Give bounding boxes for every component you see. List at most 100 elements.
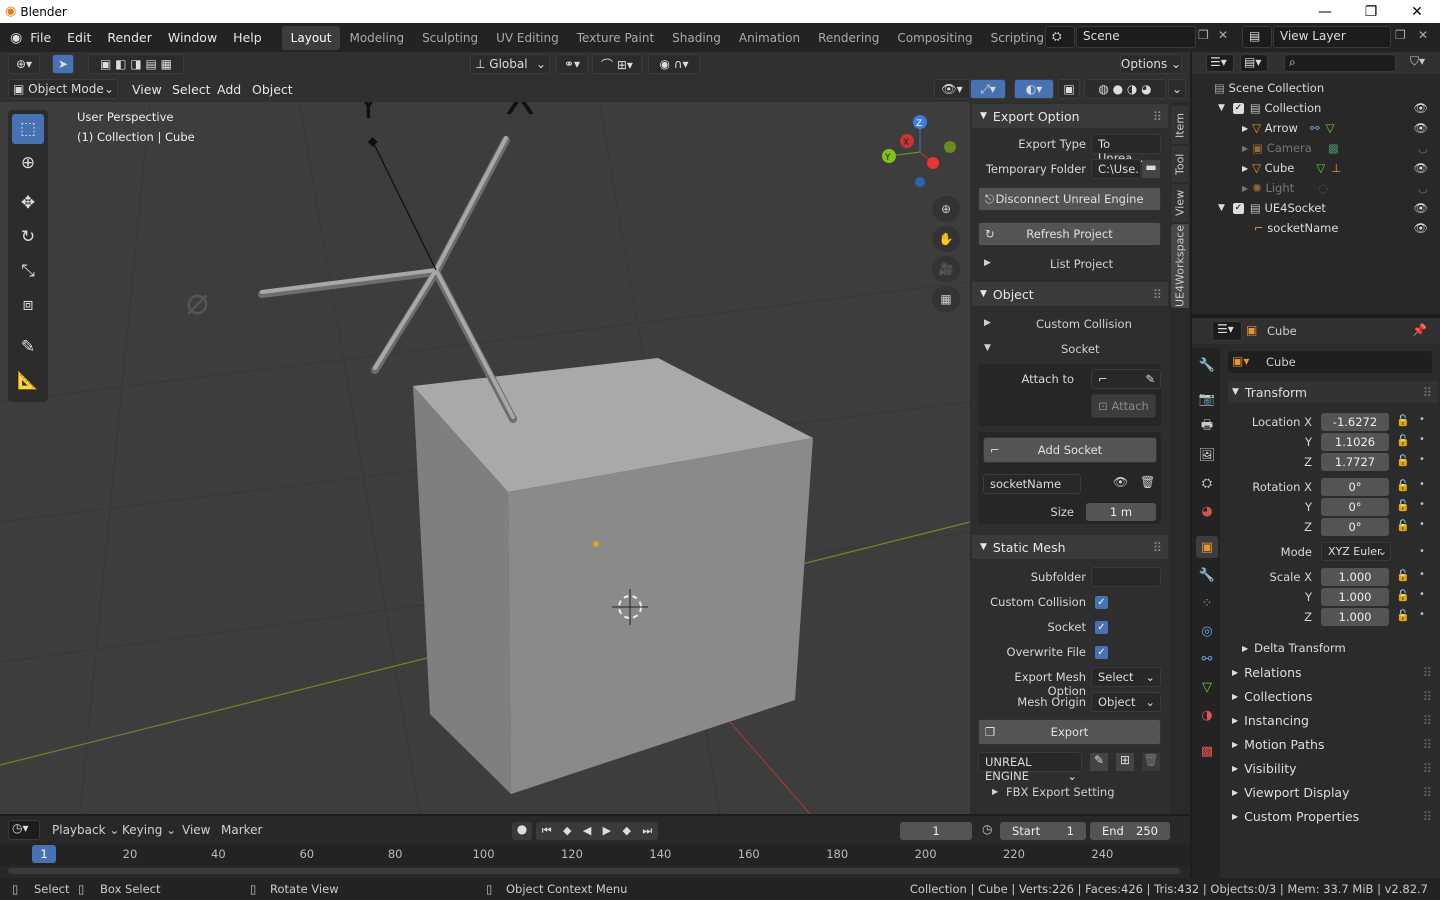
lock-icon[interactable]: 🔓: [1396, 434, 1410, 447]
timeline-menu-keying[interactable]: Keying ⌄: [122, 823, 176, 837]
menu-window[interactable]: Window: [160, 30, 225, 45]
export-type-dropdown[interactable]: To Unrea...: [1091, 134, 1161, 165]
scale-tool-icon[interactable]: ⤡: [12, 256, 44, 286]
tab-shading[interactable]: Shading: [663, 26, 730, 50]
outliner-row[interactable]: ▤ Scene Collection: [1192, 78, 1440, 98]
timeline-menu-marker[interactable]: Marker: [221, 823, 262, 837]
minimize-button[interactable]: —: [1302, 0, 1348, 23]
view-layer-props-icon[interactable]: 🖼: [1196, 444, 1218, 466]
lock-icon[interactable]: 🔓: [1396, 519, 1410, 532]
editor-type-icon[interactable]: ⊕▾: [8, 54, 40, 74]
outliner-row[interactable]: ▶ ✺ Light ◌ ◡: [1192, 178, 1440, 198]
attach-button[interactable]: ⊡ Attach: [1091, 394, 1156, 418]
sm-custom-collision-checkbox[interactable]: ✓: [1095, 596, 1108, 609]
scale-y-field[interactable]: 1.000: [1321, 588, 1389, 606]
scale-z-field[interactable]: 1.000: [1321, 608, 1389, 626]
transform-header[interactable]: ▼ Transform ⠿: [1228, 381, 1438, 403]
rotation-z-field[interactable]: 0°: [1321, 518, 1389, 536]
add-socket-button[interactable]: ⌐ Add Socket: [983, 437, 1157, 463]
viewport-menu-object[interactable]: Object: [244, 82, 301, 97]
section-motion-paths[interactable]: ▶ Motion Paths ⠿: [1228, 733, 1438, 755]
xray-icon[interactable]: ▣: [1058, 79, 1080, 99]
close-button[interactable]: ✕: [1394, 0, 1440, 23]
tab-compositing[interactable]: Compositing: [888, 26, 981, 50]
timeline-scrollbar[interactable]: [8, 868, 1180, 874]
fbx-export-setting-subpanel[interactable]: FBX Export Setting: [1006, 785, 1115, 799]
custom-collision-subpanel[interactable]: Custom Collision: [1036, 317, 1132, 331]
display-mode-icon[interactable]: ▤▾: [1240, 54, 1268, 72]
visibility-eye-icon[interactable]: 👁: [1413, 221, 1428, 235]
viewport-menu-view[interactable]: View: [124, 82, 170, 97]
size-field[interactable]: 1 m: [1086, 503, 1156, 521]
custom-collision-arrow-icon[interactable]: ▶: [984, 318, 991, 328]
lock-icon[interactable]: 🔓: [1396, 609, 1410, 622]
lock-icon[interactable]: 🔓: [1396, 414, 1410, 427]
output-icon[interactable]: 🖶: [1196, 416, 1218, 438]
scene-name-field[interactable]: Scene: [1076, 26, 1196, 48]
edit-preset-icon[interactable]: ✎: [1090, 753, 1108, 771]
delta-transform-subpanel[interactable]: ▶ Delta Transform: [1238, 637, 1438, 659]
pin-icon[interactable]: 📌: [1412, 323, 1427, 337]
list-project-subpanel[interactable]: List Project: [1050, 257, 1113, 271]
socket-name-field[interactable]: socketName: [983, 474, 1081, 494]
scale-x-field[interactable]: 1.000: [1321, 568, 1389, 586]
visibility-eye-icon[interactable]: 👁: [1413, 121, 1428, 135]
snap-icon[interactable]: ⌒ ⊞▾: [592, 54, 642, 74]
section-collections[interactable]: ▶ Collections ⠿: [1228, 685, 1438, 707]
tool-settings-icon[interactable]: 🔧: [1196, 354, 1218, 376]
rotation-y-field[interactable]: 0°: [1321, 498, 1389, 516]
3d-viewport[interactable]: Y X ⌀ Z X Y User Perspective (1) Collect…: [0, 102, 970, 814]
proportional-edit-icon[interactable]: ◉ ∩▾: [648, 54, 700, 74]
delete-scene-icon[interactable]: ✕: [1218, 28, 1228, 42]
selection-mode-group[interactable]: ▣ ◧ ◨ ▤ ▦: [88, 54, 184, 74]
outliner-type-icon[interactable]: ☰▾: [1206, 54, 1234, 72]
end-frame-field[interactable]: End 250: [1090, 822, 1170, 840]
disconnect-unreal-button[interactable]: ⎋ Disconnect Unreal Engine: [978, 187, 1161, 211]
delete-view-layer-icon[interactable]: ✕: [1418, 28, 1428, 42]
tab-layout[interactable]: Layout: [281, 25, 341, 50]
keyframe-dot-icon[interactable]: •: [1419, 569, 1425, 580]
delete-preset-icon[interactable]: 🗑: [1142, 753, 1160, 771]
tab-texture-paint[interactable]: Texture Paint: [568, 26, 663, 50]
temp-folder-field[interactable]: C:\Use..: [1091, 159, 1141, 179]
outliner-row[interactable]: ⌐ socketName 👁: [1192, 218, 1440, 238]
shading-dropdown-icon[interactable]: ⌄: [1168, 79, 1186, 99]
outliner-row[interactable]: ▶ ▽ Arrow ⚯ ▽ 👁: [1192, 118, 1440, 138]
list-project-arrow-icon[interactable]: ▶: [984, 258, 991, 268]
folder-icon[interactable]: ▬: [1142, 160, 1160, 178]
physics-icon[interactable]: ◎: [1196, 620, 1218, 642]
outliner-row[interactable]: ▼ ✓ ▤ Collection 👁: [1192, 98, 1440, 118]
measure-tool-icon[interactable]: 📐: [12, 366, 44, 396]
eyedropper-icon[interactable]: ✎: [1145, 372, 1155, 386]
tab-item[interactable]: Item: [1171, 106, 1189, 144]
mode-dropdown[interactable]: ▣ Object Mode ⌄: [8, 79, 118, 99]
menu-render[interactable]: Render: [99, 30, 160, 45]
subfolder-field[interactable]: [1091, 567, 1161, 587]
keyframe-dot-icon[interactable]: •: [1419, 434, 1425, 445]
new-view-layer-icon[interactable]: ❐: [1395, 28, 1406, 42]
new-scene-icon[interactable]: ❐: [1198, 28, 1209, 42]
timeline-menu-playback[interactable]: Playback ⌄: [52, 823, 119, 837]
select-cursor-icon[interactable]: ➤: [52, 54, 74, 74]
hidden-eye-icon[interactable]: ◡: [1418, 141, 1428, 155]
filter-icon[interactable]: ⛉▾: [1410, 54, 1425, 69]
lock-icon[interactable]: 🔓: [1396, 479, 1410, 492]
annotate-tool-icon[interactable]: ✎: [12, 332, 44, 362]
socket-visibility-icon[interactable]: 👁: [1113, 475, 1128, 489]
world-icon[interactable]: ◕: [1196, 500, 1218, 522]
playback-controls[interactable]: ⏮ ◆ ◀ ▶ ◆ ⏭: [536, 822, 658, 840]
tab-scripting[interactable]: Scripting: [982, 26, 1053, 50]
start-frame-field[interactable]: Start 1: [1000, 822, 1086, 840]
lock-icon[interactable]: 🔓: [1396, 569, 1410, 582]
keyframe-dot-icon[interactable]: •: [1419, 589, 1425, 600]
outliner-row[interactable]: ▶ ▽ Cube ▽ ⊥ 👁: [1192, 158, 1440, 178]
move-tool-icon[interactable]: ✥: [12, 188, 44, 218]
export-button[interactable]: ❐ Export: [978, 719, 1161, 745]
playhead[interactable]: 1: [32, 845, 56, 863]
texture-icon[interactable]: ▩: [1196, 740, 1218, 762]
constraints-icon[interactable]: ⚯: [1196, 648, 1218, 670]
timeline-menu-view[interactable]: View: [182, 823, 210, 837]
tab-rendering[interactable]: Rendering: [809, 26, 888, 50]
rotation-x-field[interactable]: 0°: [1321, 478, 1389, 496]
keyframe-dot-icon[interactable]: •: [1419, 499, 1425, 510]
